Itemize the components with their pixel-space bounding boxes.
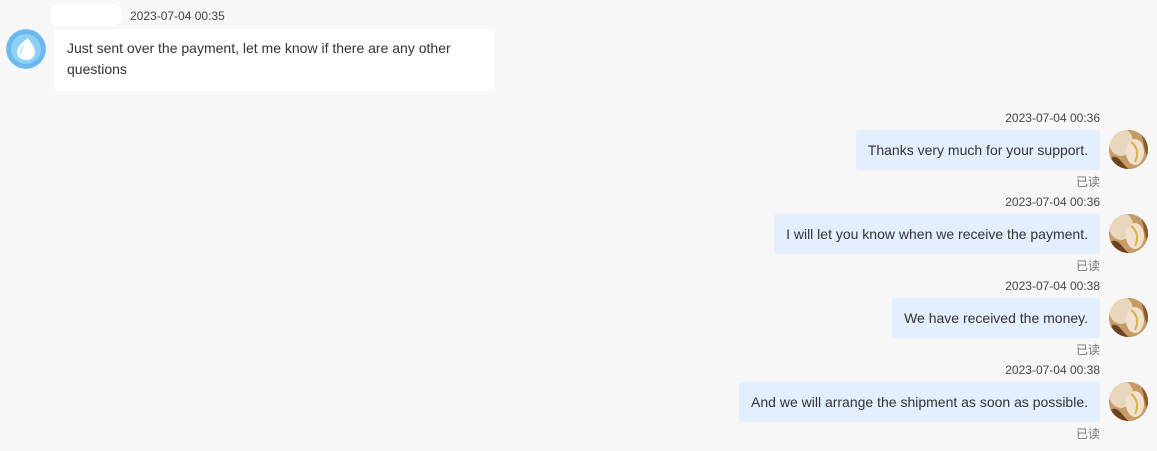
user-photo-icon <box>1109 214 1148 253</box>
user-avatar[interactable] <box>1109 214 1148 253</box>
message-timestamp: 2023-07-04 00:38 <box>1005 279 1100 293</box>
outgoing-message: 2023-07-04 00:36 I will let you know whe… <box>557 195 1157 279</box>
message-bubble[interactable]: Thanks very much for your support. <box>855 130 1100 170</box>
sender-name-redacted <box>50 4 122 26</box>
user-photo-icon <box>1109 298 1148 337</box>
outgoing-message: 2023-07-04 00:38 And we will arrange the… <box>557 363 1157 447</box>
read-status: 已读 <box>1075 343 1100 357</box>
read-status: 已读 <box>1075 259 1100 273</box>
contact-avatar[interactable] <box>6 29 46 69</box>
user-avatar[interactable] <box>1109 382 1148 421</box>
message-bubble[interactable]: And we will arrange the shipment as soon… <box>739 382 1100 422</box>
chat-window: 2023-07-04 00:35 Just sent over the paym… <box>0 0 1157 451</box>
message-bubble[interactable]: We have received the money. <box>892 298 1100 338</box>
read-status: 已读 <box>1075 427 1100 441</box>
message-timestamp: 2023-07-04 00:36 <box>1005 111 1100 125</box>
message-bubble[interactable]: Just sent over the payment, let me know … <box>54 29 494 91</box>
read-status: 已读 <box>1075 175 1100 189</box>
user-avatar[interactable] <box>1109 298 1148 337</box>
message-bubble[interactable]: I will let you know when we receive the … <box>774 214 1100 254</box>
message-timestamp: 2023-07-04 00:36 <box>1005 195 1100 209</box>
user-avatar[interactable] <box>1109 130 1148 169</box>
message-timestamp: 2023-07-04 00:38 <box>1005 363 1100 377</box>
droplet-icon <box>7 30 45 68</box>
message-timestamp: 2023-07-04 00:35 <box>130 9 225 23</box>
outgoing-message: 2023-07-04 00:38 We have received the mo… <box>557 279 1157 363</box>
user-photo-icon <box>1109 382 1148 421</box>
outgoing-message: 2023-07-04 00:36 Thanks very much for yo… <box>557 111 1157 195</box>
user-photo-icon <box>1109 130 1148 169</box>
